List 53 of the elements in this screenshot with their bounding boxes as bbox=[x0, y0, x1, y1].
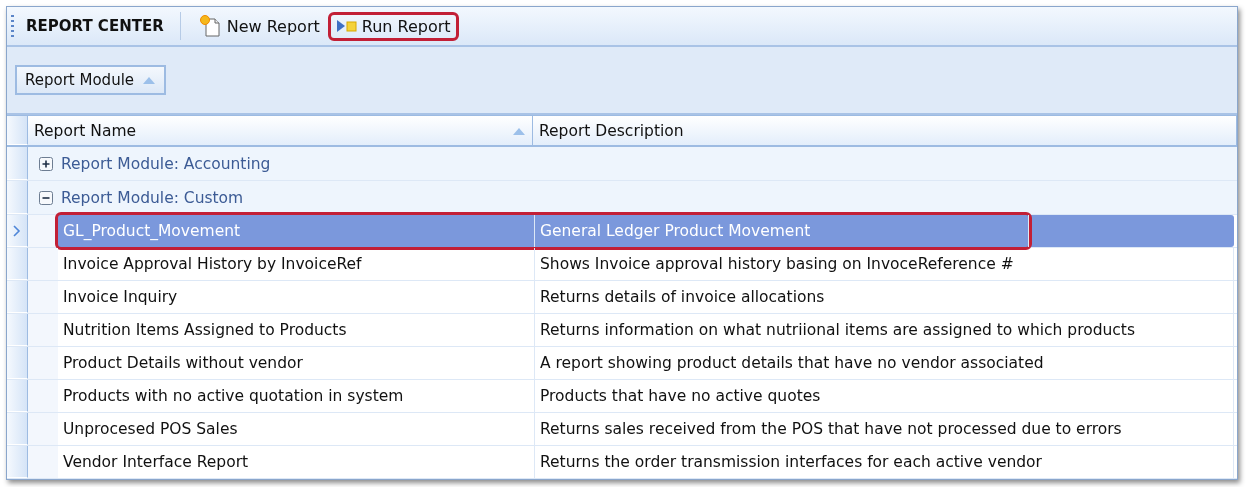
toolbar-button[interactable]: New Report bbox=[190, 9, 328, 43]
column-header[interactable]: Report Description bbox=[533, 116, 1237, 145]
run-icon bbox=[335, 18, 358, 34]
table-cell: Nutrition Items Assigned to Products bbox=[58, 314, 535, 346]
table-cell: Returns the order transmission interfaces for each active vendor bbox=[535, 446, 1234, 478]
table-row[interactable]: Invoice Inquiry Returns details of invoice allocations bbox=[7, 281, 1237, 314]
table-cell: Returns details of invoice allocations bbox=[535, 281, 1234, 313]
table-cell: GL_Product_Movement bbox=[58, 215, 535, 247]
toolbar-button[interactable]: Run Report bbox=[327, 11, 459, 41]
table-cell: A report showing product details that have no vendor associated bbox=[535, 347, 1234, 379]
table-cell: Returns sales received from the POS that have not processed due to errors bbox=[535, 413, 1234, 445]
row-indicator[interactable] bbox=[7, 181, 28, 214]
current-row-icon bbox=[13, 224, 21, 237]
expand-icon[interactable] bbox=[39, 156, 53, 171]
indent-cell bbox=[28, 413, 58, 445]
table-cell: Returns information on what nutriional items are assigned to which products bbox=[535, 314, 1234, 346]
row-indicator[interactable] bbox=[7, 446, 28, 478]
group-label: Report Module: Custom bbox=[61, 188, 244, 207]
toolbar-title: REPORT CENTER bbox=[26, 17, 164, 35]
group-chip[interactable]: Report Module bbox=[15, 65, 167, 95]
row-indicator[interactable] bbox=[7, 314, 28, 346]
column-header[interactable]: Report Name bbox=[28, 116, 533, 145]
row-indicator[interactable] bbox=[7, 147, 28, 180]
table-row[interactable]: Vendor Interface Report Returns the order transmission interfaces for each active vendor bbox=[7, 446, 1237, 479]
new-document-icon bbox=[198, 14, 223, 38]
table-cell: General Ledger Product Movement bbox=[535, 215, 1029, 247]
table-cell: Invoice Inquiry bbox=[58, 281, 535, 313]
indent-cell bbox=[28, 314, 58, 346]
row-indicator[interactable] bbox=[7, 347, 28, 379]
table-row[interactable]: Unprocesed POS Sales Returns sales received from the POS that have not processed due to errors bbox=[7, 413, 1237, 446]
table-cell: Shows Invoice approval history basing on InvoceReference # bbox=[535, 248, 1234, 280]
group-label: Report Module: Accounting bbox=[61, 154, 271, 173]
row-indicator[interactable] bbox=[7, 380, 28, 412]
row-indicator[interactable] bbox=[7, 281, 28, 313]
table-cell: Product Details without vendor bbox=[58, 347, 535, 379]
table-cell: Products with no active quotation in system bbox=[58, 380, 535, 412]
collapse-icon[interactable] bbox=[39, 190, 53, 205]
indent-cell bbox=[28, 347, 58, 379]
indent-cell bbox=[28, 380, 58, 412]
indent-cell bbox=[28, 281, 58, 313]
table-cell: Products that have no active quotes bbox=[535, 380, 1234, 412]
row-indicator[interactable] bbox=[7, 413, 28, 445]
table-cell: Invoice Approval History by InvoiceRef bbox=[58, 248, 535, 280]
row-indicator[interactable] bbox=[7, 248, 28, 280]
row-indicator[interactable] bbox=[7, 215, 28, 247]
table-row[interactable]: Product Details without vendor A report showing product details that have no vendor associated bbox=[7, 347, 1237, 380]
table-row[interactable]: Products with no active quotation in system Products that have no active quotes bbox=[7, 380, 1237, 413]
table-row[interactable]: Invoice Approval History by InvoiceRef Shows Invoice approval history basing on InvoceReference # bbox=[7, 248, 1237, 281]
indent-cell bbox=[28, 248, 58, 280]
grip-handle[interactable] bbox=[11, 15, 14, 37]
table-cell: Vendor Interface Report bbox=[58, 446, 535, 478]
table-cell: Unprocesed POS Sales bbox=[58, 413, 535, 445]
table-row[interactable]: Nutrition Items Assigned to Products Returns information on what nutriional items are assigned to which products bbox=[7, 314, 1237, 347]
